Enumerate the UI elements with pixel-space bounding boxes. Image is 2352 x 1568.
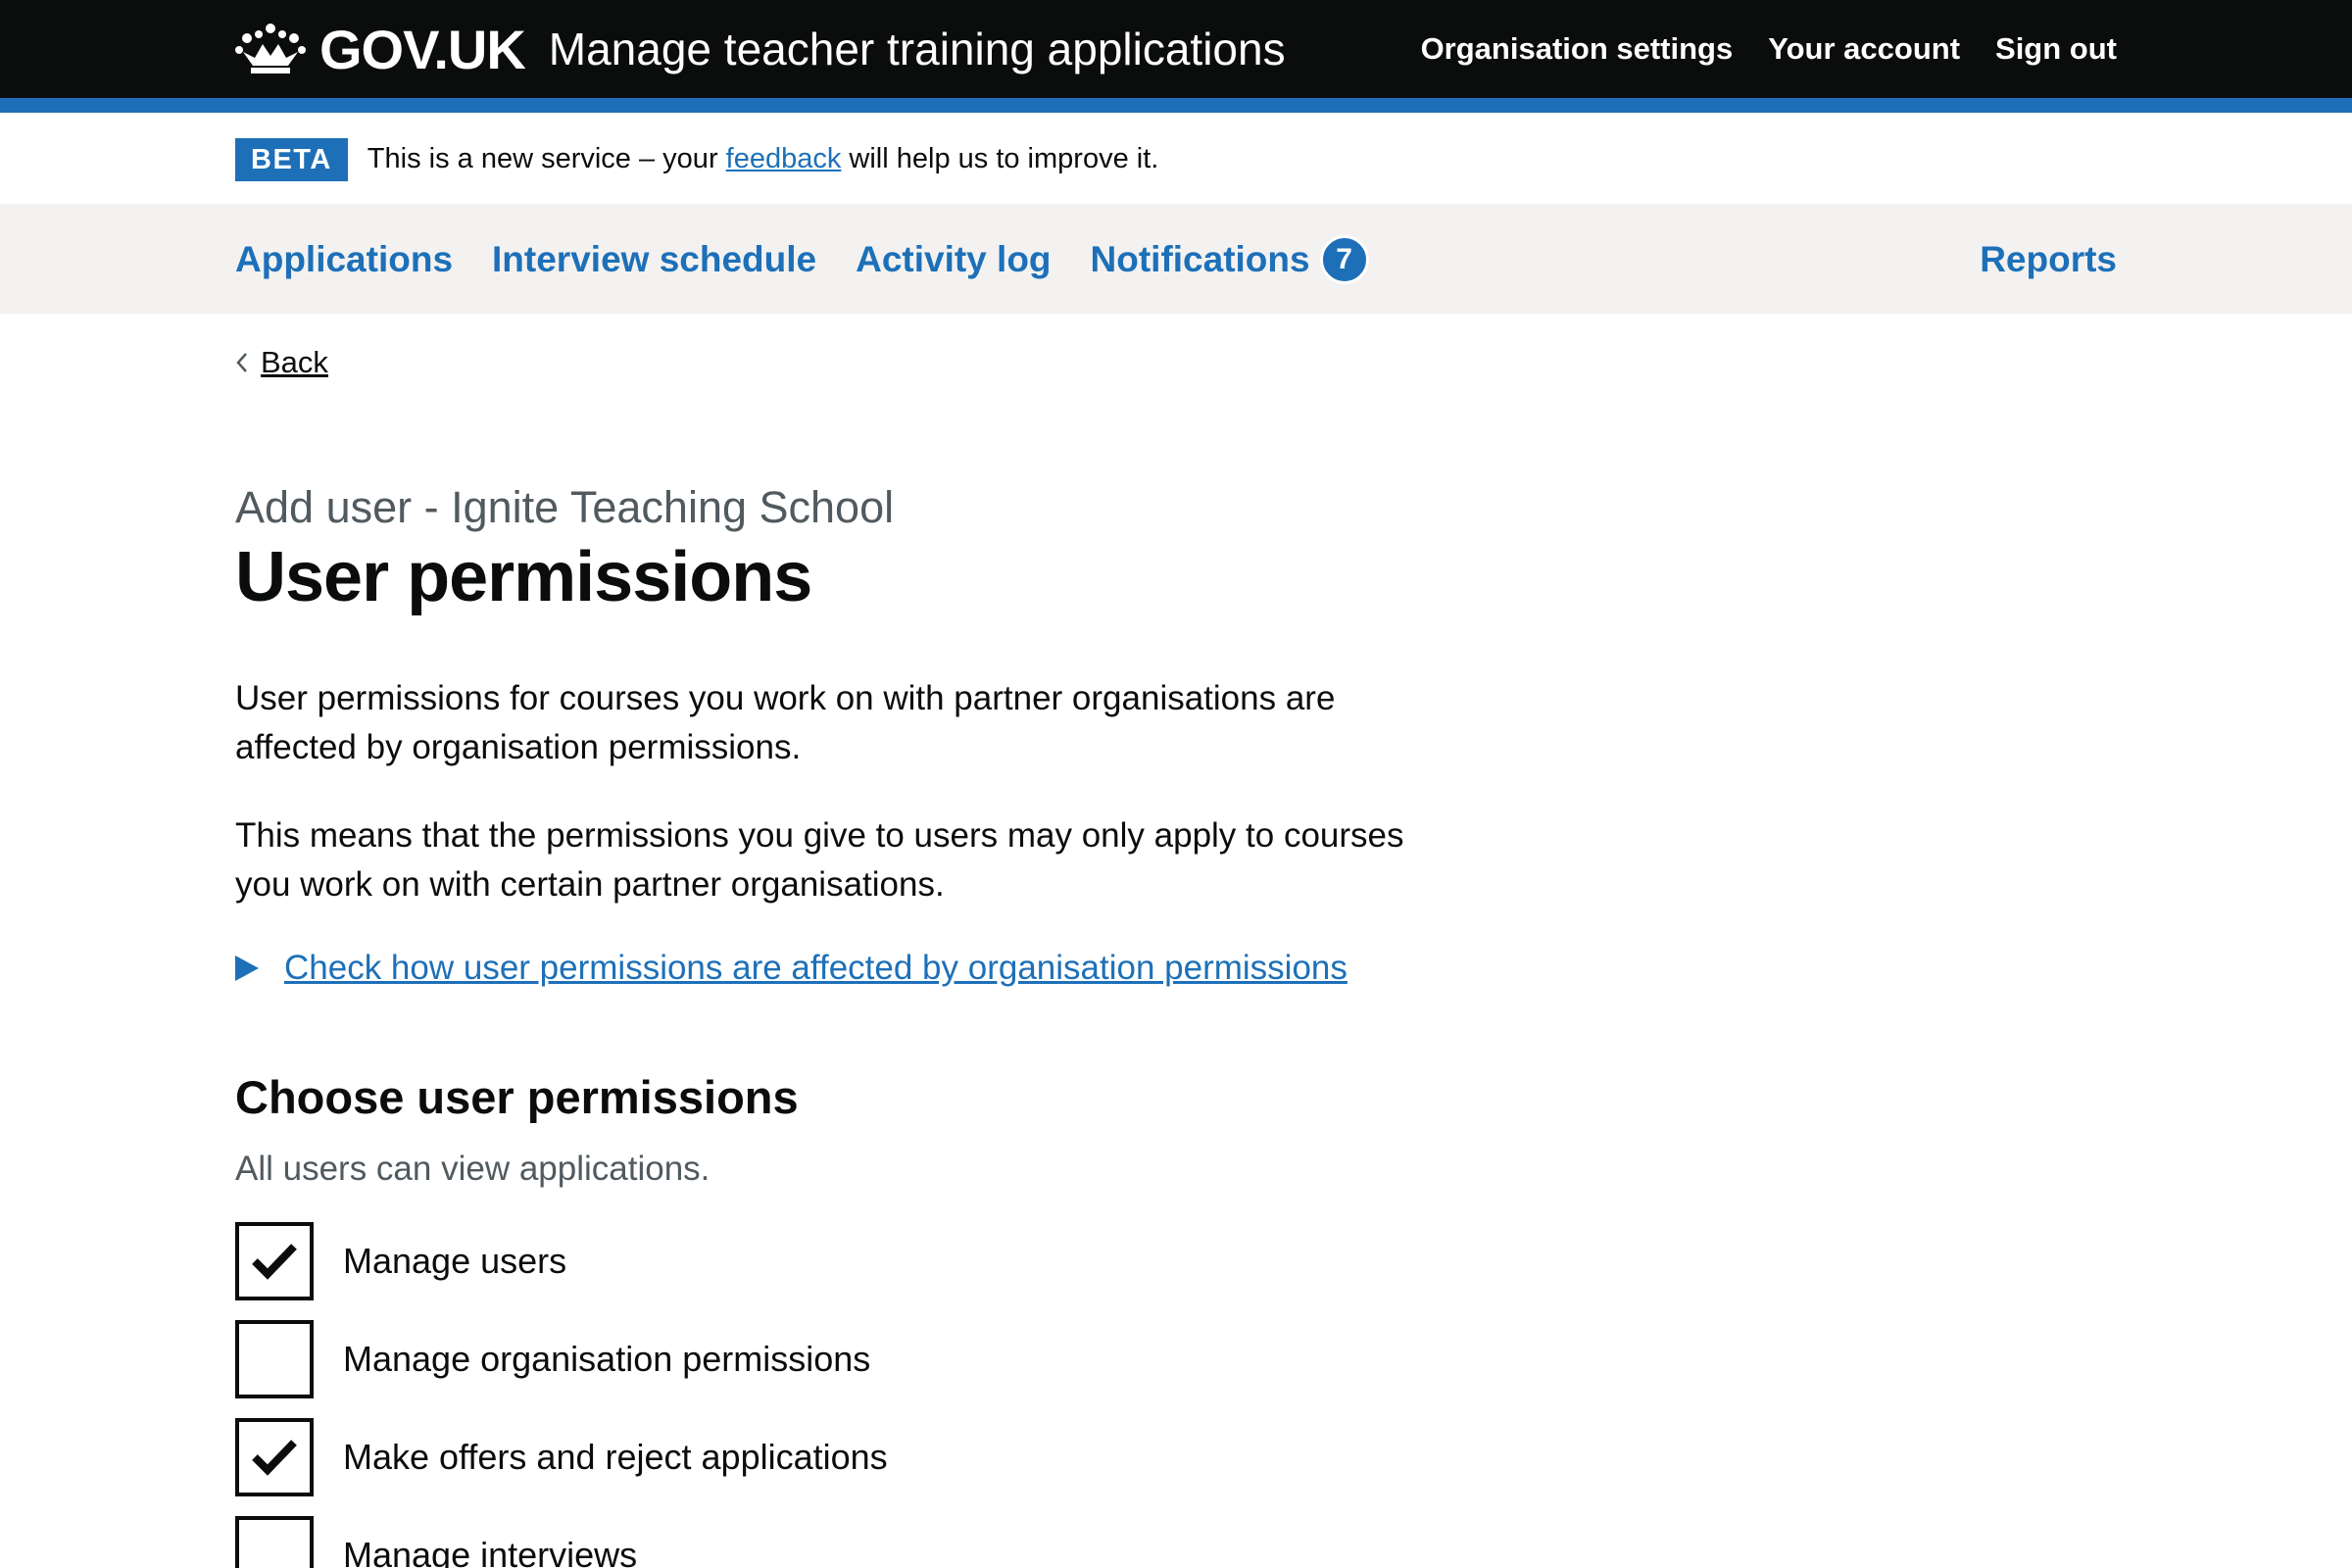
checkbox-item-manage-organisation-permissions[interactable]: Manage organisation permissions	[235, 1320, 2117, 1398]
fieldset-legend: Choose user permissions	[235, 1071, 799, 1123]
logo-text: GOV.UK	[319, 18, 526, 80]
back-link[interactable]: Back	[235, 345, 328, 380]
checkbox-label[interactable]: Make offers and reject applications	[343, 1437, 888, 1478]
page-title: User permissions	[235, 538, 812, 616]
back-link-label: Back	[261, 345, 328, 379]
beta-tag: BETA	[235, 137, 348, 181]
nav-activity-log[interactable]: Activity log	[856, 239, 1051, 280]
nav-notifications-label: Notifications	[1090, 239, 1310, 279]
phase-text-after: will help us to improve it.	[841, 143, 1159, 174]
checkbox-item-make-offers[interactable]: Make offers and reject applications	[235, 1418, 2117, 1496]
header-nav: Organisation settings Your account Sign …	[1421, 0, 2117, 98]
intro-paragraph-1: User permissions for courses you work on…	[235, 679, 1336, 766]
chevron-left-icon	[236, 353, 247, 372]
checkbox-make-offers[interactable]	[235, 1418, 314, 1496]
primary-nav: Applications Interview schedule Activity…	[0, 206, 2352, 314]
permissions-checkboxes: Manage users Manage organisation permiss…	[235, 1222, 2117, 1568]
checkbox-label[interactable]: Manage interviews	[343, 1535, 637, 1568]
nav-notifications[interactable]: Notifications 7	[1091, 235, 1369, 284]
main-content: Back Add user - Ignite Teaching School U…	[235, 314, 2117, 1568]
nav-reports[interactable]: Reports	[1980, 239, 2117, 280]
details-disclosure[interactable]: Check how user permissions are affected …	[235, 949, 2117, 988]
checkmark-icon	[252, 1440, 297, 1476]
checkbox-manage-organisation-permissions[interactable]	[235, 1320, 314, 1398]
nav-interview-schedule[interactable]: Interview schedule	[492, 239, 816, 280]
checkbox-label[interactable]: Manage organisation permissions	[343, 1339, 870, 1380]
crown-icon	[235, 24, 306, 74]
checkbox-item-manage-interviews[interactable]: Manage interviews	[235, 1516, 2117, 1568]
phase-banner: BETA This is a new service – your feedba…	[0, 113, 2352, 206]
nav-applications[interactable]: Applications	[235, 239, 453, 280]
fieldset-hint: All users can view applications.	[235, 1150, 710, 1188]
feedback-link[interactable]: feedback	[726, 143, 842, 174]
govuk-logo[interactable]: GOV.UK	[235, 18, 526, 81]
checkbox-manage-interviews[interactable]	[235, 1516, 314, 1568]
phase-banner-text: This is a new service – your feedback wi…	[368, 143, 1159, 175]
sign-out-link[interactable]: Sign out	[1995, 31, 2117, 67]
page-caption: Add user - Ignite Teaching School	[235, 482, 895, 532]
your-account-link[interactable]: Your account	[1768, 31, 1960, 67]
checkbox-manage-users[interactable]	[235, 1222, 314, 1300]
checkbox-item-manage-users[interactable]: Manage users	[235, 1222, 2117, 1300]
checkbox-label[interactable]: Manage users	[343, 1241, 566, 1282]
details-summary-link[interactable]: Check how user permissions are affected …	[284, 949, 1348, 988]
site-header: GOV.UK Manage teacher training applicati…	[0, 0, 2352, 113]
notifications-count-badge: 7	[1319, 235, 1369, 284]
phase-text-before: This is a new service – your	[367, 143, 726, 174]
organisation-settings-link[interactable]: Organisation settings	[1421, 31, 1734, 67]
triangle-right-icon	[235, 956, 259, 981]
service-name[interactable]: Manage teacher training applications	[549, 23, 1286, 75]
checkmark-icon	[252, 1244, 297, 1280]
intro-paragraph-2: This means that the permissions you give…	[235, 816, 1404, 904]
